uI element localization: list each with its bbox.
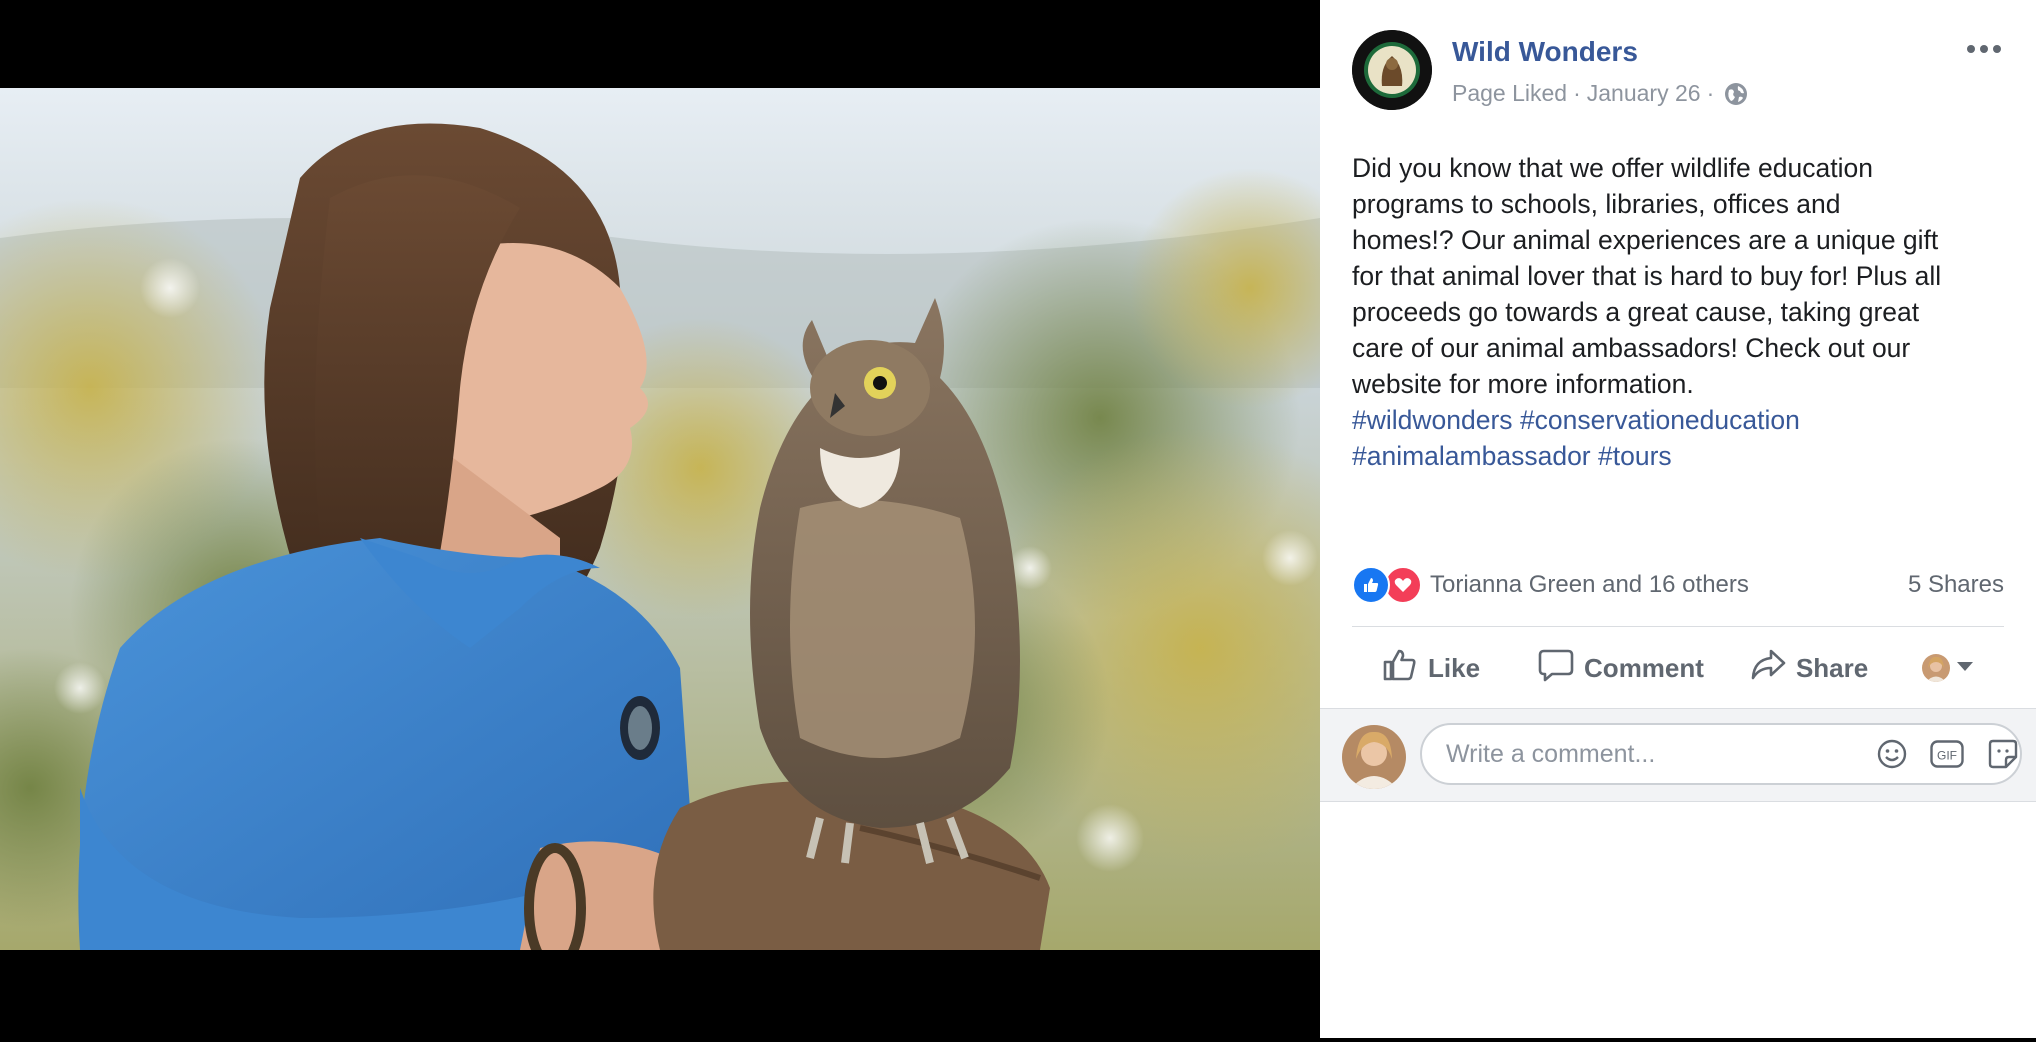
- body-line: homes!? Our animal experiences are a uni…: [1352, 225, 1939, 255]
- hashtag-link[interactable]: #tours: [1598, 441, 1672, 471]
- page-avatar[interactable]: [1352, 30, 1432, 110]
- share-button[interactable]: Share: [1750, 648, 1868, 689]
- globe-icon[interactable]: [1724, 82, 1748, 106]
- more-options-icon[interactable]: [1962, 34, 2006, 64]
- like-icon[interactable]: [1352, 566, 1390, 604]
- share-label: Share: [1795, 652, 1869, 683]
- chevron-down-icon: [1956, 659, 1974, 677]
- comment-input[interactable]: [1444, 738, 1823, 770]
- reactors-link[interactable]: Torianna Green and 16 others: [1430, 571, 1749, 599]
- sticker-icon[interactable]: [1986, 737, 2020, 771]
- shares-count-link[interactable]: 5 Shares: [1908, 571, 2004, 599]
- separator: ·: [1573, 80, 1581, 106]
- comment-composer: GIF: [1320, 708, 2036, 802]
- hashtag-line: #wildwonders #conservationeducation: [1352, 402, 2012, 438]
- share-arrow-icon: [1750, 648, 1786, 689]
- comment-input-container: GIF: [1420, 723, 2022, 785]
- post-meta: Page Liked · January 26 ·: [1452, 80, 1748, 107]
- post-body: Did you know that we offer wildlife educ…: [1352, 150, 2012, 474]
- post-photo[interactable]: [0, 88, 1320, 950]
- post-as-selector[interactable]: [1922, 654, 1974, 682]
- gif-icon[interactable]: GIF: [1930, 737, 1965, 771]
- comment-label: Comment: [1584, 652, 1704, 683]
- user-avatar: [1922, 654, 1951, 682]
- post-panel: Wild Wonders Page Liked · January 26 · D…: [1320, 0, 2036, 1038]
- page-name-link[interactable]: Wild Wonders: [1452, 36, 1638, 68]
- photo-viewer: [0, 0, 1320, 1042]
- body-line: for that animal lover that is hard to bu…: [1352, 261, 1942, 291]
- body-line: care of our animal ambassadors! Check ou…: [1352, 333, 1911, 363]
- hashtag-link[interactable]: #animalambassador: [1352, 441, 1591, 471]
- comment-bubble-icon: [1538, 648, 1574, 689]
- commenter-avatar: [1342, 725, 1406, 789]
- like-label: Like: [1428, 652, 1481, 683]
- separator: ·: [1706, 80, 1715, 106]
- hashtag-link[interactable]: #conservationeducation: [1520, 405, 1800, 435]
- comment-button[interactable]: Comment: [1538, 648, 1704, 689]
- body-line: Did you know that we offer wildlife educ…: [1352, 153, 1873, 183]
- page-liked-status[interactable]: Page Liked: [1452, 80, 1567, 107]
- body-line: programs to schools, libraries, offices …: [1352, 189, 1841, 219]
- post-date[interactable]: January 26: [1587, 80, 1701, 107]
- post-actions: Like Comment Share: [1352, 640, 2012, 696]
- emoji-icon[interactable]: [1875, 737, 1909, 771]
- hashtag-line: #animalambassador #tours: [1352, 438, 2012, 474]
- divider: [1352, 626, 2004, 627]
- reactions-summary: Torianna Green and 16 others 5 Shares: [1352, 566, 2004, 604]
- body-line: website for more information.: [1352, 369, 1694, 399]
- svg-text:GIF: GIF: [1937, 749, 1957, 763]
- like-button[interactable]: Like: [1382, 648, 1480, 689]
- hashtag-link[interactable]: #wildwonders: [1352, 405, 1513, 435]
- thumbs-up-icon: [1382, 648, 1418, 689]
- body-line: proceeds go towards a great cause, takin…: [1352, 297, 1920, 327]
